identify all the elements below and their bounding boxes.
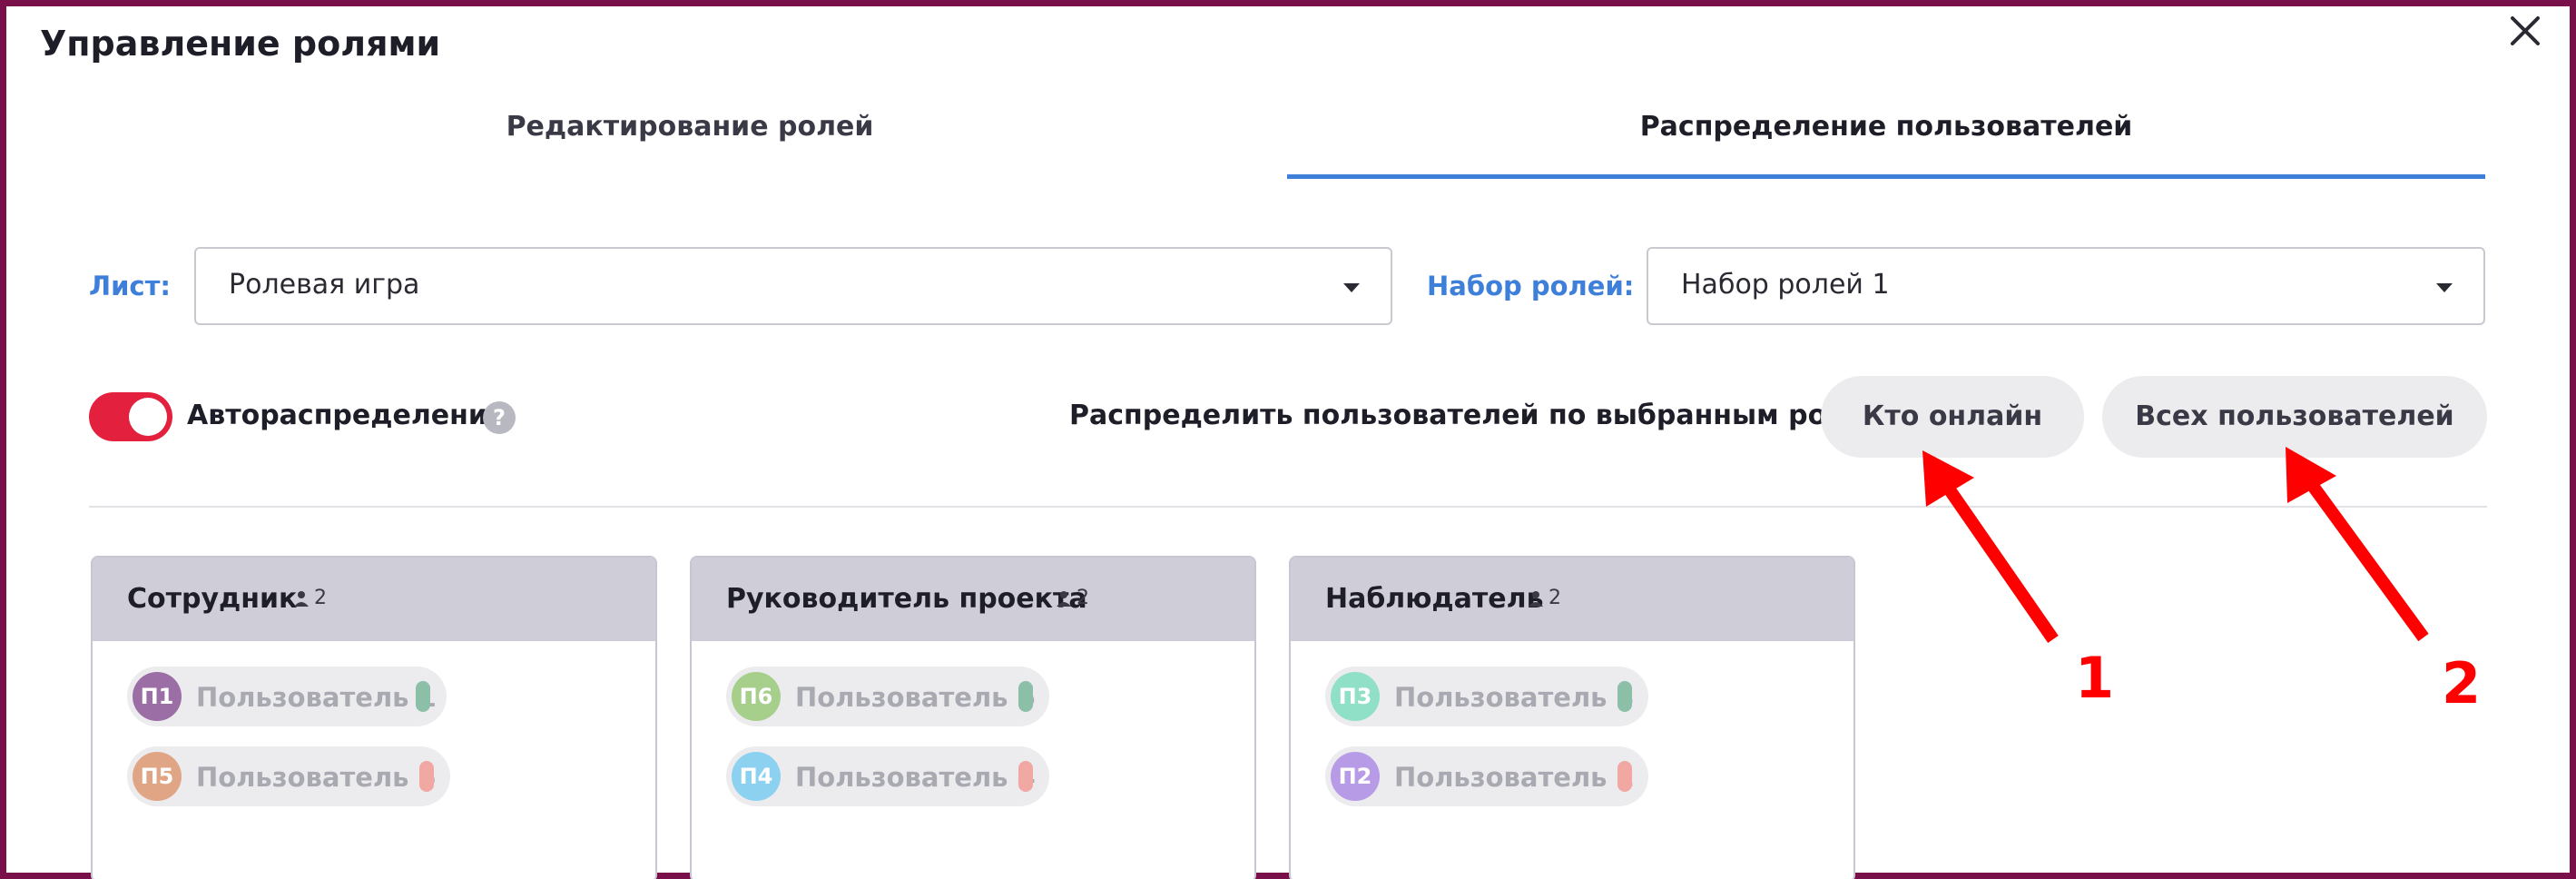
sheet-select-value: Ролевая игра (229, 269, 420, 301)
role-count-value: 2 (1549, 587, 1561, 609)
role-title: Наблюдатель (1325, 583, 1544, 615)
annotation-marker-1: 1 (2075, 645, 2115, 711)
active-tab-indicator (1287, 174, 2485, 179)
role-title: Руководитель проекта (726, 583, 1087, 615)
role-card-header: Наблюдатель 2 (1291, 558, 1853, 641)
avatar: П1 (133, 672, 182, 721)
user-name: Пользователь 1 (196, 682, 437, 713)
auto-distribution-label: Автораспределение (187, 400, 506, 431)
avatar: П2 (1331, 752, 1380, 801)
avatar: П6 (732, 672, 781, 721)
chevron-down-icon (1343, 283, 1360, 292)
annotation-marker-2: 2 (2442, 650, 2482, 716)
sheet-label: Лист: (89, 271, 172, 301)
user-chip[interactable]: П1 Пользователь 1 (127, 667, 447, 726)
tab-edit-roles[interactable]: Редактирование ролей (91, 107, 1289, 180)
divider (89, 506, 2487, 508)
avatar: П4 (732, 752, 781, 801)
person-icon (1529, 591, 1543, 607)
person-icon (294, 591, 309, 607)
status-indicator (416, 681, 430, 712)
close-icon[interactable] (2505, 11, 2545, 51)
toggle-knob (129, 398, 167, 436)
role-user-count: 2 (1527, 587, 1561, 609)
avatar: П3 (1331, 672, 1380, 721)
user-chip[interactable]: П4 Пользователь 4 (726, 746, 1049, 806)
user-name: Пользователь 5 (196, 762, 437, 793)
user-name: Пользователь 4 (795, 762, 1036, 793)
status-indicator (1018, 761, 1033, 792)
user-chip[interactable]: П3 Пользователь 3 (1325, 667, 1648, 726)
help-icon[interactable]: ? (483, 401, 516, 434)
auto-distribution-toggle[interactable] (89, 392, 172, 441)
role-card-header: Сотрудник 2 (93, 558, 655, 641)
status-indicator (1018, 681, 1033, 712)
sheet-select[interactable]: Ролевая игра (194, 247, 1392, 325)
role-set-select[interactable]: Набор ролей 1 (1647, 247, 2485, 325)
status-indicator (1617, 681, 1632, 712)
user-chip[interactable]: П2 Пользователь 2 (1325, 746, 1648, 806)
role-card: Сотрудник 2 П1 Пользователь 1 П5 Пользов… (91, 556, 657, 879)
user-name: Пользователь 6 (795, 682, 1036, 713)
avatar: П5 (133, 752, 182, 801)
role-user-count: 2 (292, 587, 327, 609)
role-set-label: Набор ролей: (1427, 271, 1635, 301)
person-icon (1057, 591, 1071, 607)
role-user-count: 2 (1055, 587, 1089, 609)
role-card-header: Руководитель проекта 2 (692, 558, 1254, 641)
user-chip[interactable]: П5 Пользователь 5 (127, 746, 450, 806)
tab-distribute-users[interactable]: Распределение пользователей (1287, 107, 2485, 180)
chevron-down-icon (2436, 283, 2453, 292)
role-set-select-value: Набор ролей 1 (1681, 269, 1890, 301)
role-count-value: 2 (1077, 587, 1089, 609)
distribute-label: Распределить пользователей по выбранным … (1069, 400, 1897, 431)
role-card: Наблюдатель 2 П3 Пользователь 3 П2 Польз… (1289, 556, 1855, 879)
distribute-all-button[interactable]: Всех пользователей (2102, 376, 2487, 458)
role-count-value: 2 (314, 587, 327, 609)
distribute-online-button[interactable]: Кто онлайн (1821, 376, 2084, 458)
status-indicator (419, 761, 434, 792)
dialog-title: Управление ролями (40, 24, 441, 64)
role-title: Сотрудник (127, 583, 298, 615)
user-name: Пользователь 2 (1394, 762, 1635, 793)
user-chip[interactable]: П6 Пользователь 6 (726, 667, 1049, 726)
status-indicator (1617, 761, 1632, 792)
user-name: Пользователь 3 (1394, 682, 1635, 713)
role-card: Руководитель проекта 2 П6 Пользователь 6… (690, 556, 1256, 879)
